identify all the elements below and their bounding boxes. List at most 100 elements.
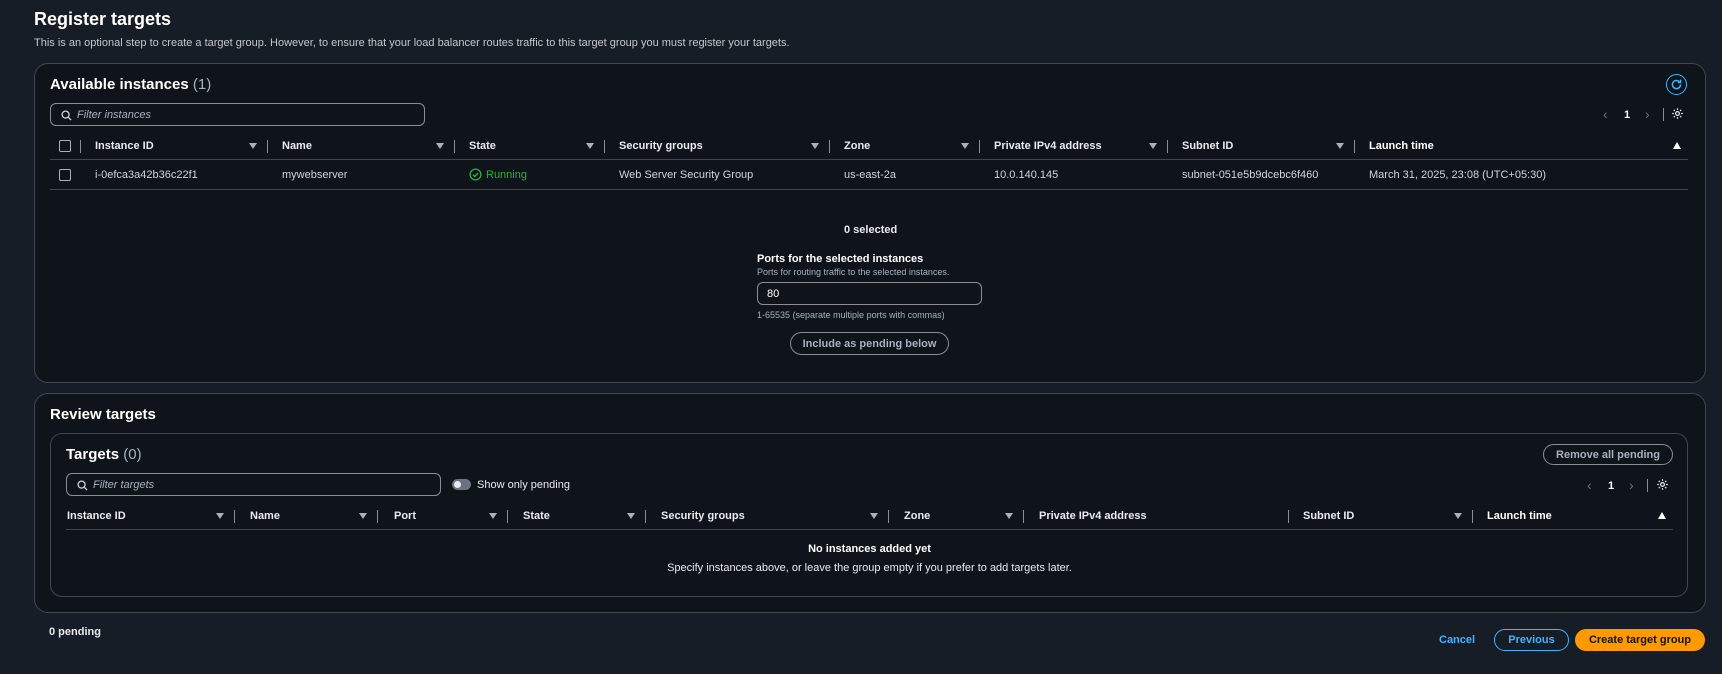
column-divider [645, 510, 646, 523]
column-divider [234, 510, 235, 523]
refresh-button[interactable] [1666, 74, 1687, 95]
table-header-divider [66, 529, 1673, 530]
search-icon [77, 480, 88, 491]
sort-icon[interactable] [489, 513, 497, 519]
cell-zone: us-east-2a [844, 169, 896, 181]
cell-state: Running [469, 168, 527, 181]
sort-ascending-icon[interactable] [1673, 142, 1681, 149]
empty-state-description: Specify instances above, or leave the gr… [667, 562, 1072, 574]
column-divider [267, 140, 268, 153]
show-only-pending-toggle[interactable] [452, 479, 471, 490]
review-targets-title: Review targets [50, 406, 156, 423]
filter-targets-input[interactable]: Filter targets [66, 473, 441, 496]
sort-icon[interactable] [961, 143, 969, 149]
column-header-zone[interactable]: Zone [904, 510, 930, 522]
show-only-pending-label: Show only pending [477, 479, 570, 491]
include-as-pending-button[interactable]: Include as pending below [790, 332, 949, 355]
pagination-divider [1663, 108, 1664, 121]
sort-ascending-icon[interactable] [1658, 512, 1666, 519]
sort-icon[interactable] [1336, 143, 1344, 149]
selected-count: 0 selected [844, 224, 898, 236]
sort-icon[interactable] [1005, 513, 1013, 519]
column-divider [604, 140, 605, 153]
column-header-instance-id[interactable]: Instance ID [67, 510, 126, 522]
empty-state-title: No instances added yet [808, 543, 931, 555]
filter-instances-input[interactable]: Filter instances [50, 103, 425, 126]
sort-icon[interactable] [216, 513, 224, 519]
page-title: Register targets [34, 9, 172, 29]
column-header-security-groups[interactable]: Security groups [661, 510, 745, 522]
targets-heading: Targets (0) [66, 446, 142, 463]
settings-icon[interactable] [1671, 107, 1684, 123]
state-label: Running [486, 168, 527, 181]
page-description: This is an optional step to create a tar… [34, 37, 790, 49]
previous-button[interactable]: Previous [1494, 629, 1569, 651]
targets-title: Targets [66, 446, 120, 463]
create-target-group-button[interactable]: Create target group [1575, 629, 1705, 651]
column-divider [454, 140, 455, 153]
available-instances-heading: Available instances (1) [50, 76, 211, 93]
search-icon [61, 110, 72, 121]
prev-page-icon[interactable]: ‹ [1603, 107, 1608, 121]
sort-icon[interactable] [1454, 513, 1462, 519]
next-page-icon[interactable]: › [1645, 107, 1650, 121]
column-header-launch-time[interactable]: Launch time [1369, 140, 1434, 152]
column-divider [1288, 510, 1289, 523]
column-divider [888, 510, 889, 523]
sort-icon[interactable] [249, 143, 257, 149]
table-header-divider [50, 159, 1688, 160]
sort-icon[interactable] [1149, 143, 1157, 149]
column-header-subnet-id[interactable]: Subnet ID [1303, 510, 1354, 522]
column-header-name[interactable]: Name [282, 140, 312, 152]
sort-icon[interactable] [870, 513, 878, 519]
column-divider [507, 510, 508, 523]
cell-subnet-id: subnet-051e5b9dcebc6f460 [1182, 169, 1319, 181]
page-number[interactable]: 1 [1608, 480, 1614, 492]
sort-icon[interactable] [811, 143, 819, 149]
column-divider [829, 140, 830, 153]
page-number[interactable]: 1 [1624, 109, 1630, 121]
sort-icon[interactable] [627, 513, 635, 519]
column-divider [1167, 140, 1168, 153]
select-all-checkbox[interactable] [59, 140, 71, 152]
column-header-launch-time[interactable]: Launch time [1487, 510, 1552, 522]
cell-instance-id: i-0efca3a42b36c22f1 [95, 169, 198, 181]
available-instances-title: Available instances [50, 76, 189, 93]
column-header-security-groups[interactable]: Security groups [619, 140, 703, 152]
settings-icon[interactable] [1656, 478, 1669, 494]
column-divider [1354, 140, 1355, 153]
column-header-state[interactable]: State [469, 140, 496, 152]
column-header-subnet-id[interactable]: Subnet ID [1182, 140, 1233, 152]
column-header-zone[interactable]: Zone [844, 140, 870, 152]
remove-all-pending-button[interactable]: Remove all pending [1543, 444, 1673, 465]
cancel-button[interactable]: Cancel [1439, 634, 1475, 646]
column-header-instance-id[interactable]: Instance ID [95, 140, 154, 152]
prev-page-icon[interactable]: ‹ [1587, 478, 1592, 492]
cell-ipv4: 10.0.140.145 [994, 169, 1059, 181]
next-page-icon[interactable]: › [1629, 478, 1634, 492]
filter-instances-placeholder: Filter instances [77, 108, 151, 121]
column-divider [979, 140, 980, 153]
sort-icon[interactable] [586, 143, 594, 149]
column-divider [377, 510, 378, 523]
ports-value: 80 [767, 288, 780, 300]
column-header-private-ipv4[interactable]: Private IPv4 address [994, 140, 1102, 152]
pagination-divider [1647, 479, 1648, 492]
available-instances-count: (1) [192, 76, 212, 93]
column-header-port[interactable]: Port [394, 510, 416, 522]
column-header-private-ipv4[interactable]: Private IPv4 address [1039, 510, 1147, 522]
column-divider [80, 140, 81, 153]
pending-count: 0 pending [49, 626, 101, 638]
refresh-icon [1671, 79, 1682, 90]
filter-targets-placeholder: Filter targets [93, 478, 155, 491]
ports-input[interactable]: 80 [757, 282, 982, 305]
column-header-state[interactable]: State [523, 510, 550, 522]
sort-icon[interactable] [359, 513, 367, 519]
row-divider [50, 189, 1688, 190]
row-checkbox[interactable] [59, 169, 71, 181]
ports-hint: 1-65535 (separate multiple ports with co… [757, 310, 945, 320]
ports-description: Ports for routing traffic to the selecte… [757, 267, 950, 277]
column-header-name[interactable]: Name [250, 510, 280, 522]
sort-icon[interactable] [436, 143, 444, 149]
cell-launch-time: March 31, 2025, 23:08 (UTC+05:30) [1369, 169, 1547, 181]
